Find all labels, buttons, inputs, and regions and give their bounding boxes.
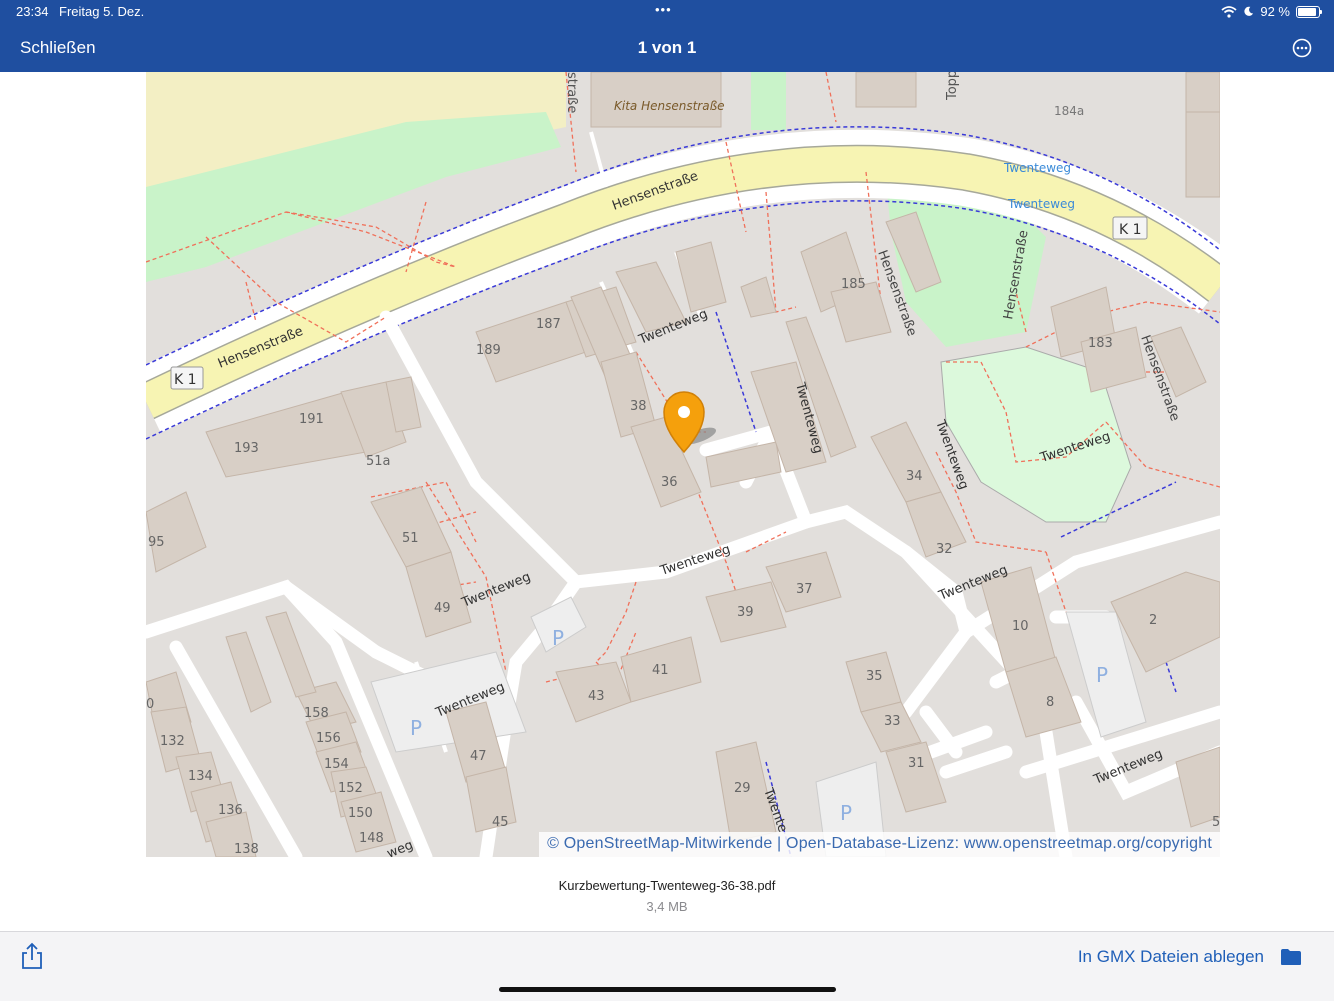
parking-icon: P <box>410 716 422 740</box>
grass-area <box>751 72 786 130</box>
map-label: 31 <box>908 756 925 771</box>
map-label: 154 <box>324 757 349 772</box>
map-label: 5 <box>1212 815 1220 830</box>
map-label: 150 <box>348 806 373 821</box>
map-label: 191 <box>299 412 324 427</box>
nav-bar: Schließen 1 von 1 <box>0 24 1334 72</box>
map-label: 189 <box>476 343 501 358</box>
map-label: K 1 <box>174 372 197 388</box>
map-label: 37 <box>796 582 813 597</box>
map-label: 95 <box>148 535 165 550</box>
status-bar: 23:34 Freitag 5. Dez. ••• 92 % <box>0 0 1334 24</box>
map-label: 152 <box>338 781 363 796</box>
map-label: 193 <box>234 441 259 456</box>
map-label: 158 <box>304 706 329 721</box>
folder-icon[interactable] <box>1280 948 1302 966</box>
map-label: 51 <box>402 531 419 546</box>
home-indicator[interactable] <box>499 987 836 992</box>
map-label: 136 <box>218 803 243 818</box>
map-label: 36 <box>661 475 678 490</box>
page-counter-title: 1 von 1 <box>637 38 697 57</box>
save-to-gmx-button[interactable]: In GMX Dateien ablegen <box>1078 947 1264 967</box>
map-label: 33 <box>884 714 901 729</box>
map-label: 38 <box>630 399 647 414</box>
map-copyright: © OpenStreetMap-Mitwirkende | Open-Datab… <box>539 832 1220 857</box>
map-label: 132 <box>160 734 185 749</box>
file-name: Kurzbewertung-Twenteweg-36-38.pdf <box>558 878 776 893</box>
map-label: 187 <box>536 317 561 332</box>
map-label: K 1 <box>1119 222 1142 238</box>
map-label: 32 <box>936 542 953 557</box>
parking-icon: P <box>1096 663 1108 687</box>
status-date: Freitag 5. Dez. <box>59 4 145 19</box>
map-label: 51a <box>366 454 391 469</box>
map-label: 49 <box>434 601 451 616</box>
map-preview[interactable]: straße Kita Hensenstraße Topp 184a Twent… <box>146 72 1220 857</box>
file-size: 3,4 MB <box>646 899 688 914</box>
map-label: straße <box>564 72 579 113</box>
map-label: 43 <box>588 689 605 704</box>
wifi-icon <box>1221 5 1237 18</box>
map-label: 8 <box>1046 695 1054 710</box>
map-canvas: straße Kita Hensenstraße Topp 184a Twent… <box>146 72 1220 857</box>
parking-icon: P <box>840 801 852 825</box>
file-info: Kurzbewertung-Twenteweg-36-38.pdf 3,4 MB <box>0 878 1334 914</box>
map-label: 185 <box>841 277 866 292</box>
map-label: 10 <box>1012 619 1029 634</box>
multitasking-dots-icon[interactable]: ••• <box>655 2 672 17</box>
map-label: 138 <box>234 842 259 857</box>
map-label: 134 <box>188 769 213 784</box>
map-label: Kita Hensenstraße <box>614 99 725 113</box>
map-label: 39 <box>737 605 754 620</box>
share-icon[interactable] <box>20 942 44 970</box>
ellipsis-circle-icon[interactable] <box>1292 38 1312 58</box>
map-label: Twenteweg <box>1003 161 1071 175</box>
map-label: 148 <box>359 831 384 846</box>
map-label: Topp <box>945 72 960 101</box>
map-label: 184a <box>1054 104 1084 118</box>
battery-percent: 92 % <box>1260 4 1290 19</box>
map-label: 156 <box>316 731 341 746</box>
map-label: 34 <box>906 469 923 484</box>
map-label: 45 <box>492 815 509 830</box>
map-label: 41 <box>652 663 669 678</box>
battery-icon <box>1296 5 1322 18</box>
status-time: 23:34 <box>16 4 49 19</box>
map-label: 183 <box>1088 336 1113 351</box>
map-label: 0 <box>146 697 154 712</box>
parking-icon: P <box>552 626 564 650</box>
moon-icon <box>1244 6 1254 16</box>
map-label: 29 <box>734 781 751 796</box>
map-label: 35 <box>866 669 883 684</box>
map-label: 47 <box>470 749 487 764</box>
map-label: 2 <box>1149 613 1157 628</box>
map-label: Twenteweg <box>1007 197 1075 211</box>
